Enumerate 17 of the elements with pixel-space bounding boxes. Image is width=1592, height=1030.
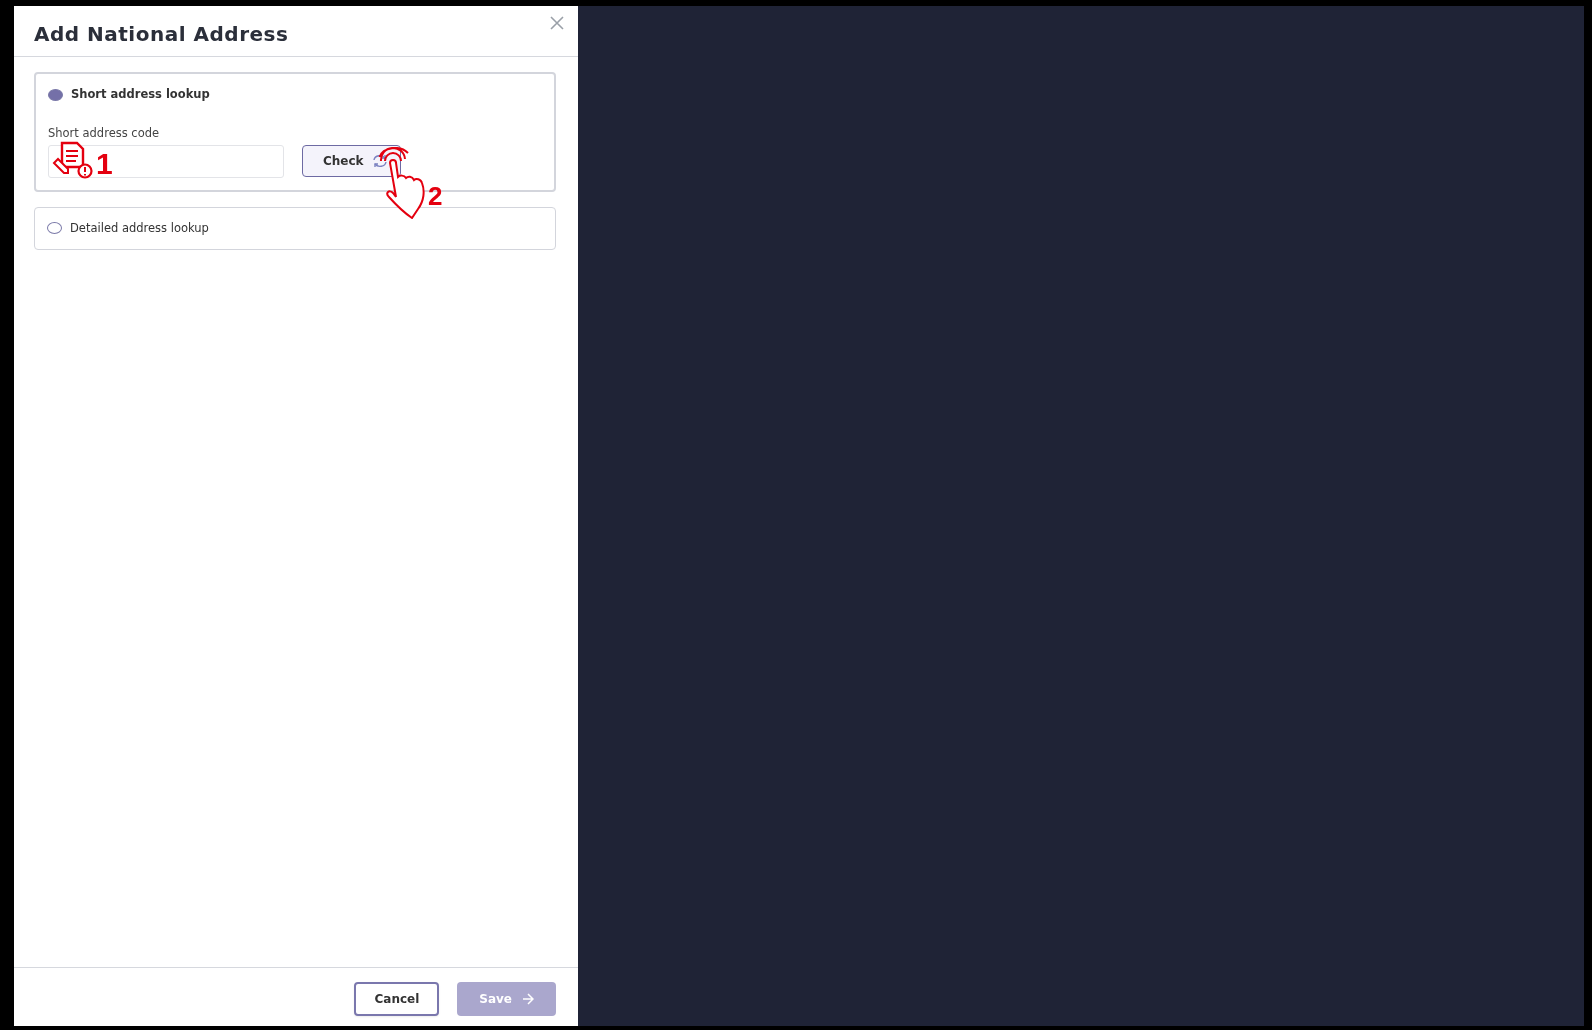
arrow-right-icon	[522, 993, 534, 1005]
option-label: Detailed address lookup	[70, 219, 209, 237]
check-button[interactable]: Check	[302, 145, 401, 177]
step-number: 1	[96, 148, 113, 179]
radio-button[interactable]	[48, 88, 63, 101]
panel-title: Add National Address	[33, 21, 289, 48]
refresh-icon	[371, 154, 388, 168]
cancel-button[interactable]: Cancel	[354, 982, 440, 1016]
input-field[interactable]	[48, 144, 284, 178]
radio-button[interactable]	[47, 222, 62, 235]
field-label: Short address code	[48, 125, 161, 143]
step-number: 2	[428, 182, 443, 209]
close-button[interactable]	[548, 14, 566, 32]
close-icon	[550, 16, 564, 30]
option-label: Short address lookup	[71, 86, 210, 103]
document-warning-icon	[52, 140, 94, 179]
hand-pointer-icon	[378, 146, 426, 219]
